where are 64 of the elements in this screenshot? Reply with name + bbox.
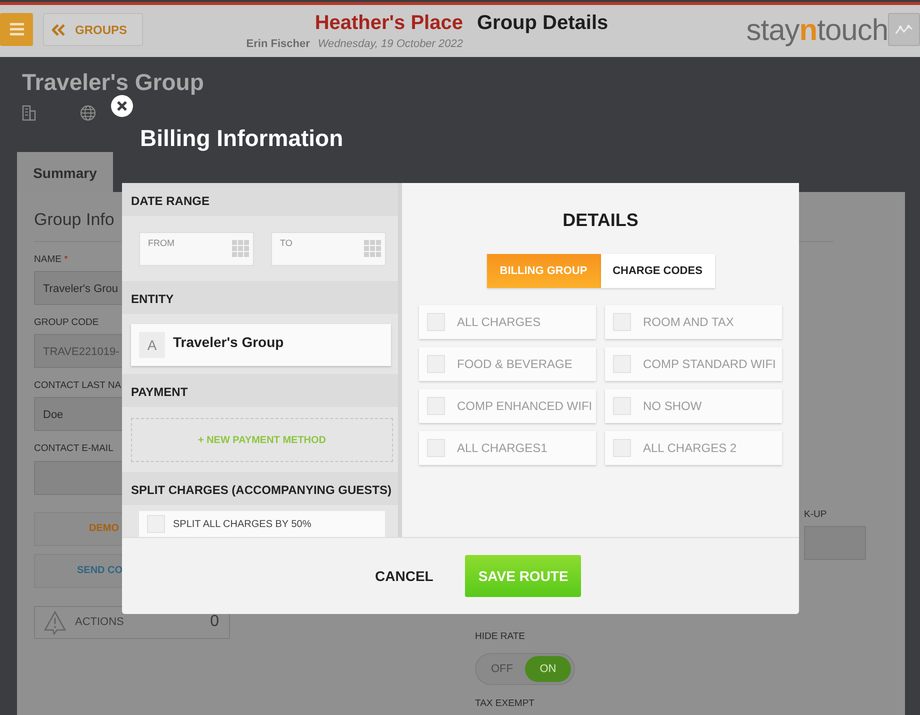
field-label: NAME *: [34, 252, 68, 266]
section-header: DATE RANGE: [131, 194, 210, 208]
close-icon: [116, 100, 128, 112]
charge-option[interactable]: ROOM AND TAX: [605, 305, 782, 339]
date-text: Wednesday, 19 October 2022: [318, 38, 463, 50]
checkbox[interactable]: [613, 397, 631, 415]
menu-icon: [10, 23, 24, 36]
globe-icon: [80, 105, 96, 121]
groups-button[interactable]: GROUPS: [43, 13, 143, 46]
section-header: ENTITY: [131, 292, 174, 306]
details-title: DETAILS: [562, 209, 640, 232]
user-name: Erin Fischer: [246, 38, 310, 50]
save-route-button[interactable]: SAVE ROUTE: [465, 555, 582, 597]
field-label: TAX EXEMPT: [475, 697, 534, 712]
charge-option[interactable]: ALL CHARGES1: [419, 431, 596, 465]
checkbox[interactable]: [427, 397, 445, 415]
entity-avatar: A: [139, 332, 165, 358]
logo: stayntouch: [746, 13, 888, 49]
field-label: GROUP CODE: [34, 316, 99, 330]
page-title: Group Details: [477, 12, 608, 34]
checkbox[interactable]: [427, 355, 445, 373]
checkbox[interactable]: [613, 439, 631, 457]
group-title: Traveler's Group: [22, 69, 204, 95]
section-header: SPLIT CHARGES (ACCOMPANYING GUESTS): [131, 483, 392, 497]
line-graph-icon: [895, 23, 913, 36]
hide-rate-toggle[interactable]: OFF ON: [475, 653, 575, 686]
checkbox[interactable]: [613, 355, 631, 373]
charge-option[interactable]: COMP ENHANCED WIFI: [419, 389, 596, 423]
checkbox[interactable]: [613, 313, 631, 331]
section-header: PAYMENT: [131, 385, 188, 399]
warning-icon: [43, 610, 67, 634]
entity-name: Traveler's Group: [173, 333, 284, 352]
date-field[interactable]: FROM: [139, 232, 254, 266]
charge-option[interactable]: ALL CHARGES 2: [605, 431, 782, 465]
field-label: K-UP: [804, 508, 827, 522]
charge-option[interactable]: NO SHOW: [605, 389, 782, 423]
checkbox[interactable]: [427, 313, 445, 331]
double-chevron-icon: [52, 24, 65, 36]
checkbox[interactable]: [147, 515, 165, 533]
entity-card[interactable]: A Traveler's Group: [131, 324, 391, 366]
charge-option[interactable]: ALL CHARGES: [419, 305, 596, 339]
tab[interactable]: BILLING GROUP: [486, 254, 600, 288]
property-name: Heather's Place: [314, 12, 463, 34]
actions-count: 0: [210, 612, 219, 632]
split-option[interactable]: SPLIT ALL CHARGES BY 50%: [139, 511, 385, 537]
charge-option[interactable]: FOOD & BEVERAGE: [419, 347, 596, 381]
field-label: CONTACT E-MAIL: [34, 442, 114, 456]
building-icon: [22, 105, 36, 121]
close-button[interactable]: [111, 95, 133, 117]
calendar-icon: [364, 240, 381, 257]
field-label: HIDE RATE: [475, 630, 525, 644]
tab[interactable]: CHARGE CODES: [600, 254, 714, 288]
graph-button[interactable]: [888, 13, 920, 46]
checkbox[interactable]: [427, 439, 445, 457]
calendar-icon: [232, 240, 249, 257]
modal-title: Billing Information: [140, 125, 344, 151]
cancel-button[interactable]: CANCEL: [375, 566, 434, 586]
menu-button[interactable]: [0, 13, 33, 46]
date-field[interactable]: TO: [271, 232, 386, 266]
tab[interactable]: Summary: [17, 152, 113, 192]
charge-option[interactable]: COMP STANDARD WIFI: [605, 347, 782, 381]
actions-label: ACTIONS: [75, 614, 124, 630]
field-label: CONTACT LAST NA: [34, 379, 122, 393]
add-payment-button[interactable]: + NEW PAYMENT METHOD: [131, 418, 393, 462]
